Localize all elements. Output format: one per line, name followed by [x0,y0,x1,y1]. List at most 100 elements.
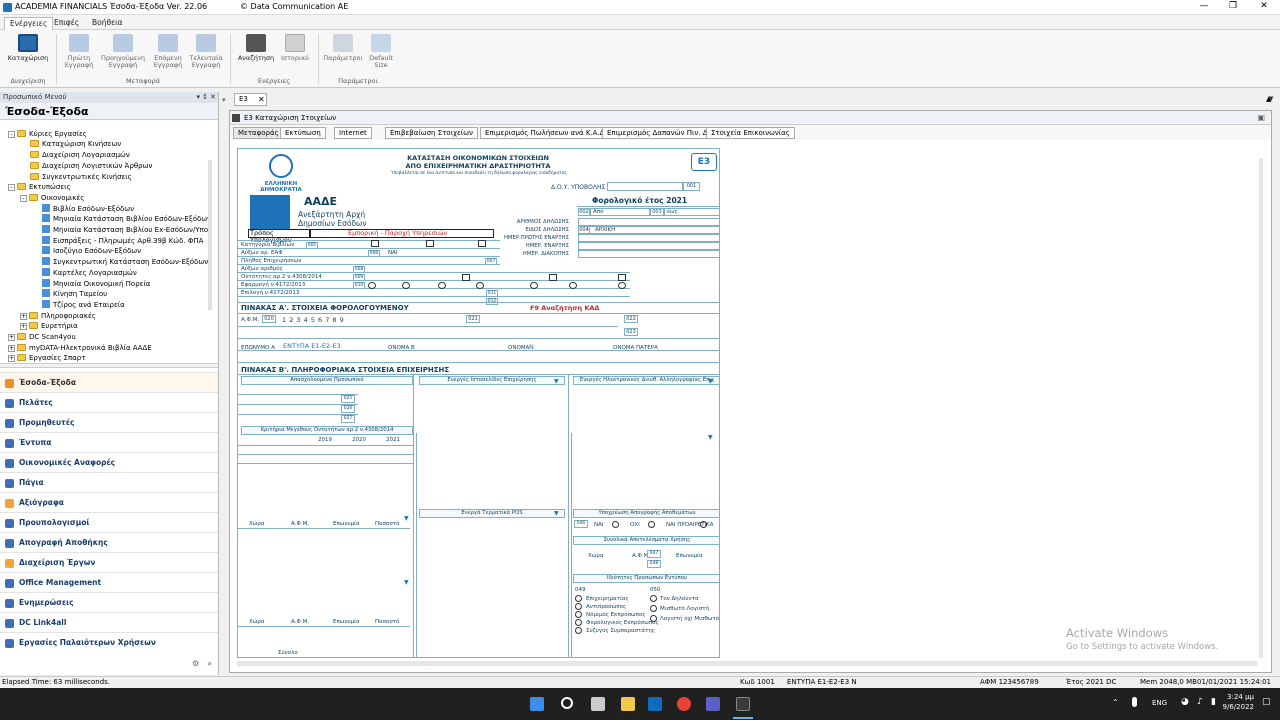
tab-metaforas[interactable]: Μεταφοράς [233,127,284,139]
option-checkbox[interactable] [478,240,486,247]
tree-item[interactable]: + Ευρετήρια [20,321,78,331]
option-checkbox[interactable] [476,282,484,289]
nav-item[interactable]: Πελάτες [0,392,218,412]
option-checkbox[interactable] [371,240,379,247]
tab-internet[interactable]: Internet [334,127,372,139]
tree-item[interactable]: - Οικονομικές [20,193,84,203]
option-radio[interactable] [700,521,707,528]
wifi-icon[interactable]: ◕ [1181,697,1189,707]
tab-epivevaiosi[interactable]: Επιβεβαίωση Στοιχείων [385,127,478,139]
nav-item[interactable]: Πάγια [0,472,218,492]
history-button[interactable]: Ιστορικό [278,34,312,62]
horizontal-scrollbar[interactable] [237,661,1257,666]
surname-value[interactable]: ΕΝΤΥΠΑ Ε1-Ε2-Ε3 [283,342,341,350]
tree-item[interactable]: Διαχείριση Λογαριασμών [30,150,130,160]
chrome-icon[interactable] [677,697,691,711]
tree-item[interactable]: Εισπράξεις - Πληρωμές Αρθ.39β Κώδ. ΦΠΑ [42,235,203,246]
dropdown-icon[interactable]: ▼ [554,510,559,517]
chevron-up-icon[interactable]: ⌃ [1112,698,1119,707]
tree-item[interactable]: Ισοζύγιο Εσόδων-Εξόδων [42,246,141,256]
option-radio[interactable] [575,595,582,602]
f9-search-kad[interactable]: F9 Αναζήτηση ΚΑΔ [530,304,599,312]
tree-item[interactable]: Καρτέλες Λογαριασμών [42,267,137,278]
option-radio[interactable] [650,595,657,602]
volume-icon[interactable]: ♪ [1197,697,1203,707]
nav-item[interactable]: Διαχείριση Έργων [0,552,218,572]
option-checkbox[interactable] [426,240,434,247]
expand-toggle-icon[interactable]: - [20,194,27,202]
search-button[interactable]: Αναζήτηση [236,34,276,62]
tree-item[interactable]: Συγκεντρωτικές Κινήσεις [30,172,132,182]
tab-epifes[interactable]: Επιφές [49,17,84,30]
battery-icon[interactable]: ▮ [1211,697,1216,707]
tab-stoixeia-epikoinonias[interactable]: Στοιχεία Επικοινωνίας [706,127,795,139]
inner-close-icon[interactable]: ▣ [1257,111,1265,125]
option-checkbox[interactable] [549,274,557,281]
tab-list-icon[interactable]: ▼ [1268,95,1273,103]
nav-item[interactable]: Προμηθευτές [0,412,218,432]
tree-item[interactable]: + Εργασίες Σπαρτ [8,353,85,363]
nav-item[interactable]: Αξιόγραφα [0,492,218,512]
teams-icon[interactable] [706,697,720,711]
file-explorer-icon[interactable] [621,697,635,711]
tree-item[interactable]: Καταχώριση Κινήσεων [30,139,121,149]
pin-icon[interactable]: ↕ [202,92,208,103]
tree-scrollbar[interactable] [208,160,212,310]
option-checkbox[interactable] [618,282,626,289]
nav-item[interactable]: Οικονομικές Αναφορές [0,452,218,472]
afm-digits[interactable]: 1 2 3 4 5 6 7 8 9 [282,316,344,324]
tab-close-icon[interactable]: ✕ [258,94,265,105]
option-checkbox[interactable] [368,282,376,289]
tree-item[interactable]: + Πληροφοριακές [20,311,96,321]
splitter[interactable] [0,363,218,368]
option-checkbox[interactable] [569,282,577,289]
microphone-icon[interactable] [1132,697,1137,707]
tree-item[interactable]: Μηνιαία Κατάσταση Βιβλίου Ex-Εσόδων/Υποι [42,225,210,235]
language-indicator[interactable]: ENG [1152,699,1167,707]
dropdown-icon[interactable]: ▼ [554,378,559,385]
declaration-field-input[interactable] [578,234,719,242]
tree-item[interactable]: Συγκεντρωτική Κατάσταση Εσόδων-Εξόδων [42,257,208,267]
tree-item[interactable]: + DC Scan4you [8,332,76,342]
tree-item[interactable]: Διαχείριση Λογιστικών Άρθρων [30,161,152,171]
expand-icon[interactable]: » [207,659,212,668]
expand-toggle-icon[interactable]: + [20,312,27,320]
maximize-icon[interactable]: ❐ [1219,1,1247,11]
nav-item[interactable]: DC Link4all [0,612,218,632]
tree-item[interactable]: - Κύριες Εργασίες [8,129,87,139]
minimize-icon[interactable]: — [1190,1,1218,11]
expand-toggle-icon[interactable]: + [8,344,15,352]
option-radio[interactable] [575,611,582,618]
dropdown-icon[interactable]: ▼ [404,579,409,586]
declaration-field-input[interactable] [578,218,719,226]
option-checkbox[interactable] [438,282,446,289]
tree-item[interactable]: Μηνιαία Οικονομική Πορεία [42,278,150,289]
option-radio[interactable] [648,521,655,528]
notifications-icon[interactable]: ▢ [1262,697,1271,707]
tab-scroll-icon[interactable]: ▾ [222,96,226,104]
nav-item[interactable]: Έσοδα-Έξοδα [0,372,218,392]
expand-toggle-icon[interactable]: + [20,323,27,331]
tree-item[interactable]: - Εκτυπώσεις [8,182,71,192]
expand-toggle-icon[interactable]: + [8,355,15,363]
nav-item[interactable]: Office Management [0,572,218,592]
tree-item[interactable]: + myDATA-Ηλεκτρονικά Βιβλία ΑΑΔΕ [8,343,152,353]
close-icon[interactable]: ✕ [1250,1,1278,11]
default-size-button[interactable]: Default Size [364,34,398,69]
tab-voitheia[interactable]: Βοήθεια [87,17,128,30]
start-icon[interactable] [530,697,544,711]
search-icon[interactable] [561,697,573,709]
option-radio[interactable] [575,627,582,634]
doy-field[interactable] [607,182,683,191]
tab-e3[interactable]: E3 ✕ [234,93,267,106]
tab-epimerismos-poliseon[interactable]: Επιμερισμός Πωλήσεων ανά Κ.Α.Δ. [480,127,612,139]
settings-icon[interactable]: ⚙ [192,659,199,668]
dropdown-icon[interactable]: ▼ [708,378,713,385]
from-date-field[interactable]: Από [590,208,650,216]
panel-close-icon[interactable]: ✕ [210,92,216,103]
nav-item[interactable]: Ενημερώσεις [0,592,218,612]
calculation-method-value[interactable]: Εμπορική - Παροχή Υπηρεσιών [310,229,494,238]
declaration-field-input[interactable] [578,242,719,250]
dropdown-icon[interactable]: ▼ [708,434,713,441]
next-record-button[interactable]: Επόμενη Εγγραφή [147,34,189,69]
